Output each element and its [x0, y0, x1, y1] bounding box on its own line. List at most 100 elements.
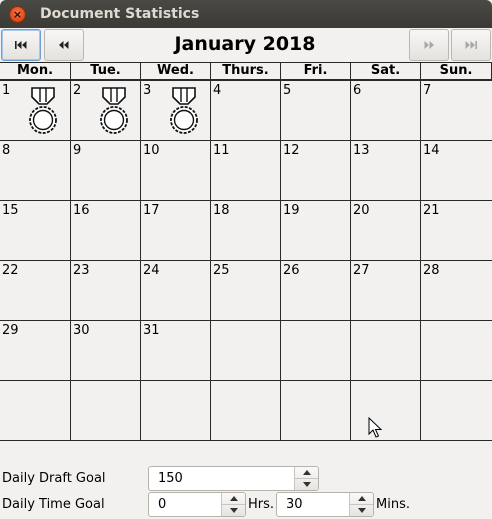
day-cell[interactable]: 21 — [421, 201, 492, 261]
day-cell[interactable]: 8 — [0, 141, 71, 201]
day-cell[interactable]: 14 — [421, 141, 492, 201]
day-cell[interactable]: 30 — [71, 321, 141, 381]
empty-day-cell — [71, 381, 141, 441]
daily-draft-goal-label: Daily Draft Goal — [2, 471, 106, 486]
day-number: 30 — [73, 323, 90, 338]
day-cell[interactable]: 24 — [141, 261, 211, 321]
weekday-header: Thurs. — [211, 63, 281, 81]
day-number: 26 — [283, 263, 300, 278]
mouse-cursor-icon — [368, 417, 382, 438]
last-month-button[interactable] — [451, 29, 491, 61]
day-cell[interactable]: 16 — [71, 201, 141, 261]
caret-down-icon — [302, 482, 311, 487]
day-cell[interactable]: 31 — [141, 321, 211, 381]
day-cell[interactable]: 19 — [281, 201, 351, 261]
day-cell[interactable]: 6 — [351, 81, 421, 141]
day-cell[interactable]: 9 — [71, 141, 141, 201]
day-cell[interactable]: 17 — [141, 201, 211, 261]
empty-day-cell — [0, 381, 71, 441]
day-cell[interactable]: 1 — [0, 81, 71, 141]
day-number: 15 — [2, 203, 19, 218]
window-title: Document Statistics — [40, 6, 200, 22]
hours-spinner[interactable] — [148, 492, 246, 517]
day-number: 28 — [423, 263, 440, 278]
empty-day-cell — [281, 381, 351, 441]
day-cell[interactable]: 10 — [141, 141, 211, 201]
weekday-header: Wed. — [141, 63, 211, 81]
day-cell[interactable]: 7 — [421, 81, 492, 141]
day-number: 13 — [353, 143, 370, 158]
next-month-button[interactable] — [409, 29, 449, 61]
first-month-button[interactable] — [1, 29, 41, 61]
day-number: 25 — [213, 263, 230, 278]
day-cell[interactable]: 15 — [0, 201, 71, 261]
medal-icon — [100, 87, 128, 134]
day-number: 31 — [143, 323, 160, 338]
day-cell[interactable]: 26 — [281, 261, 351, 321]
day-number: 12 — [283, 143, 300, 158]
day-number: 7 — [423, 83, 432, 98]
day-cell[interactable]: 20 — [351, 201, 421, 261]
day-number: 21 — [423, 203, 440, 218]
hours-input[interactable] — [149, 493, 221, 516]
day-cell[interactable]: 23 — [71, 261, 141, 321]
close-button[interactable]: × — [9, 6, 26, 23]
minutes-decrement-button[interactable] — [350, 505, 373, 516]
day-number: 16 — [73, 203, 90, 218]
previous-month-button[interactable] — [44, 29, 84, 61]
weekday-header: Mon. — [0, 63, 71, 81]
medal-icon — [29, 87, 57, 134]
caret-up-icon — [229, 496, 238, 501]
empty-day-cell — [211, 321, 281, 381]
weekday-header: Fri. — [281, 63, 351, 81]
day-cell[interactable]: 2 — [71, 81, 141, 141]
day-number: 23 — [73, 263, 90, 278]
day-cell[interactable]: 3 — [141, 81, 211, 141]
month-navigation: January 2018 — [0, 28, 492, 62]
weekday-header: Sun. — [421, 63, 492, 81]
calendar-grid: Mon. Tue. Wed. Thurs. Fri. Sat. Sun. 123… — [0, 62, 492, 441]
day-number: 22 — [2, 263, 19, 278]
day-cell[interactable]: 22 — [0, 261, 71, 321]
caret-up-icon — [357, 496, 366, 501]
day-number: 3 — [143, 83, 152, 98]
minutes-input[interactable] — [277, 493, 349, 516]
day-cell[interactable]: 13 — [351, 141, 421, 201]
daily-time-goal-row: Daily Time Goal Hrs. Mins. — [0, 492, 492, 518]
draft-goal-decrement-button[interactable] — [295, 479, 318, 490]
day-cell[interactable]: 18 — [211, 201, 281, 261]
medal-icon — [170, 87, 198, 134]
close-icon: × — [12, 8, 23, 21]
day-cell[interactable]: 29 — [0, 321, 71, 381]
day-number: 8 — [2, 143, 11, 158]
skip-to-end-icon — [465, 41, 477, 49]
hours-decrement-button[interactable] — [222, 505, 245, 516]
day-number: 10 — [143, 143, 160, 158]
empty-day-cell — [351, 381, 421, 441]
day-cell[interactable]: 12 — [281, 141, 351, 201]
minutes-increment-button[interactable] — [350, 493, 373, 505]
draft-goal-spinner[interactable] — [148, 466, 319, 491]
draft-goal-increment-button[interactable] — [295, 467, 318, 479]
day-cell[interactable]: 4 — [211, 81, 281, 141]
day-number: 24 — [143, 263, 160, 278]
day-number: 4 — [213, 83, 222, 98]
day-number: 11 — [213, 143, 230, 158]
day-cell[interactable]: 5 — [281, 81, 351, 141]
day-cell[interactable]: 25 — [211, 261, 281, 321]
rewind-icon — [59, 41, 69, 49]
day-number: 18 — [213, 203, 230, 218]
day-cell[interactable]: 27 — [351, 261, 421, 321]
daily-draft-goal-row: Daily Draft Goal — [0, 466, 492, 492]
caret-down-icon — [357, 508, 366, 513]
title-bar: × Document Statistics — [0, 0, 492, 28]
day-number: 19 — [283, 203, 300, 218]
day-number: 14 — [423, 143, 440, 158]
minutes-spinner[interactable] — [276, 492, 374, 517]
weekday-header: Tue. — [71, 63, 141, 81]
hours-increment-button[interactable] — [222, 493, 245, 505]
day-cell[interactable]: 11 — [211, 141, 281, 201]
draft-goal-input[interactable] — [149, 467, 294, 490]
day-cell[interactable]: 28 — [421, 261, 492, 321]
weekday-header: Sat. — [351, 63, 421, 81]
